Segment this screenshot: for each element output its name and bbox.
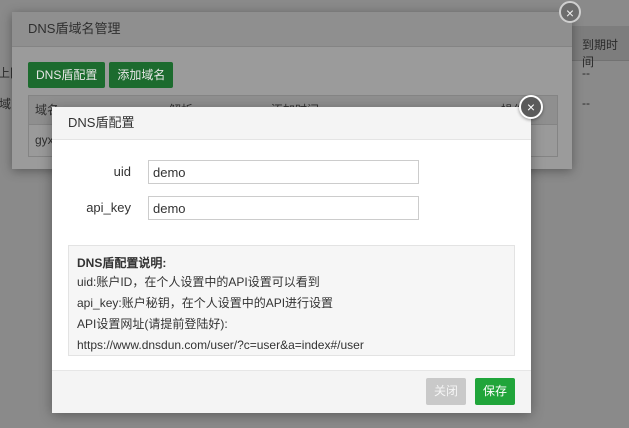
help-line: uid:账户ID，在个人设置中的API设置可以看到 <box>77 275 320 289</box>
api-key-row: api_key <box>52 196 531 220</box>
help-url: https://www.dnsdun.com/user/?c=user&a=in… <box>77 338 364 352</box>
uid-input[interactable] <box>148 160 419 184</box>
dns-config-button[interactable]: DNS盾配置 <box>28 62 106 88</box>
help-line: API设置网址(请提前登陆好): <box>77 317 228 331</box>
uid-row: uid <box>52 160 531 184</box>
domain-management-close-icon[interactable]: × <box>559 1 581 23</box>
add-domain-button[interactable]: 添加域名 <box>109 62 174 88</box>
domain-management-toolbar: DNS盾配置 添加域名 <box>28 62 174 88</box>
dns-config-dialog-title: DNS盾配置 <box>52 107 531 140</box>
api-key-label: api_key <box>86 200 131 215</box>
help-line: api_key:账户秘钥，在个人设置中的API进行设置 <box>77 296 334 310</box>
dialog-footer: 关闭 保存 <box>52 370 531 413</box>
dns-config-help-box: DNS盾配置说明: uid:账户ID，在个人设置中的API设置可以看到 api_… <box>68 245 515 356</box>
background-row2-expiry: -- <box>582 96 590 110</box>
api-key-input[interactable] <box>148 196 419 220</box>
help-title: DNS盾配置说明: <box>77 256 167 270</box>
close-button[interactable]: 关闭 <box>426 378 467 405</box>
background-row1-expiry: -- <box>582 66 590 80</box>
domain-table-cell-domain: gyx <box>35 133 54 147</box>
uid-label: uid <box>113 164 131 179</box>
background-left-text-2: 域 <box>0 97 12 111</box>
background-header-expiry: 到期时间 <box>582 38 619 69</box>
dns-config-dialog: DNS盾配置 × uid api_key DNS盾配置说明: uid:账户ID，… <box>52 95 543 413</box>
dns-config-close-icon[interactable]: × <box>519 95 543 119</box>
domain-management-title: DNS盾域名管理 <box>12 12 572 47</box>
save-button[interactable]: 保存 <box>475 378 516 405</box>
